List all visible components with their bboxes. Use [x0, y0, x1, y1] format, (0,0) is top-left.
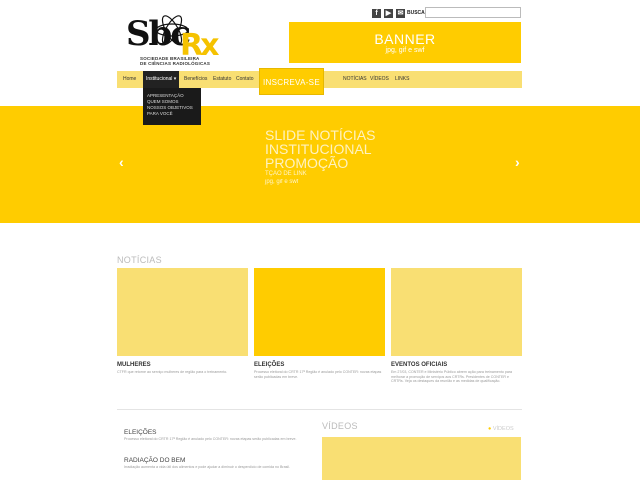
logo-subtitle: SOCIEDADE BRASILEIRA DE CIÊNCIAS RADIOLÓ…: [140, 56, 210, 66]
videos-more-link[interactable]: ● VÍDEOS: [488, 426, 514, 432]
section-divider: [117, 409, 522, 410]
slide-line2: INSTITUCIONAL: [265, 141, 372, 157]
email-icon[interactable]: ✉: [396, 9, 405, 18]
slide-content[interactable]: SLIDE NOTÍCIAS INSTITUCIONAL PROMOÇÃO TÇ…: [265, 128, 375, 186]
nav-item-home[interactable]: Home: [123, 71, 136, 88]
slide-line5: jpg, gif e swf: [265, 179, 299, 185]
slider-next-button[interactable]: ›: [515, 154, 520, 170]
news-card-title[interactable]: ELEIÇÕES: [254, 362, 284, 368]
institucional-dropdown: APRESENTAÇÃO QUEM SOMOS NOSSOS OBJETIVOS…: [143, 88, 201, 125]
slide-line3: PROMOÇÃO: [265, 155, 349, 171]
news-card-image[interactable]: [117, 268, 248, 356]
logo-subtitle-line2: DE CIÊNCIAS RADIOLÓGICAS: [140, 61, 211, 66]
videos-section-title: VÍDEOS: [322, 421, 358, 431]
videos-more-label: VÍDEOS: [492, 426, 514, 432]
bottom-item-desc: Processo eleitoral do CRTR 17ª Região é …: [124, 437, 297, 441]
nav-item-contato[interactable]: Contato: [236, 71, 254, 88]
nav-item-noticias[interactable]: NOTÍCIAS: [343, 71, 367, 88]
page: Sbc Rx SOCIEDADE BRASILEIRA DE CIÊNCIAS …: [0, 0, 640, 480]
sbcrx-logo[interactable]: Sbc Rx SOCIEDADE BRASILEIRA DE CIÊNCIAS …: [118, 12, 219, 72]
youtube-icon[interactable]: ▶: [384, 9, 393, 18]
social-links: f ▶ ✉: [372, 9, 405, 18]
header-banner[interactable]: BANNER jpg, gif e swf: [289, 22, 521, 63]
news-section-title: NOTÍCIAS: [117, 255, 162, 265]
nav-item-beneficios[interactable]: Benefícios: [184, 71, 207, 88]
news-card-desc: Em 27/03, CONTER e Ministério Público ab…: [391, 370, 513, 383]
subscribe-button[interactable]: INSCREVA-SE: [259, 68, 324, 95]
slide-line1: SLIDE NOTÍCIAS: [265, 127, 376, 143]
news-slider: ‹ SLIDE NOTÍCIAS INSTITUCIONAL PROMOÇÃO …: [0, 106, 640, 223]
slider-prev-button[interactable]: ‹: [119, 154, 124, 170]
news-card-image[interactable]: [391, 268, 522, 356]
news-card-image[interactable]: [254, 268, 385, 356]
facebook-icon[interactable]: f: [372, 9, 381, 18]
video-player[interactable]: [322, 437, 521, 480]
bottom-item-desc: Irradiação aumenta a vida útil dos alime…: [124, 465, 291, 469]
bottom-item-title[interactable]: RADIAÇÃO DO BEM: [124, 457, 185, 464]
news-card-title[interactable]: MULHERES: [117, 362, 151, 368]
slide-line4: TÇÃO DE LINK: [265, 171, 307, 177]
banner-title: BANNER: [374, 31, 436, 47]
dropdown-item-para-voce[interactable]: PARA VOCÊ: [147, 111, 201, 117]
nav-item-institucional[interactable]: Institucional ▾: [143, 71, 180, 88]
news-card-title[interactable]: EVENTOS OFICIAIS: [391, 362, 447, 368]
nav-item-links[interactable]: LINKS: [395, 71, 409, 88]
bottom-item-title[interactable]: ELEIÇÕES: [124, 429, 157, 436]
nav-item-videos[interactable]: VÍDEOS: [370, 71, 389, 88]
banner-subtitle: jpg, gif e swf: [385, 47, 425, 54]
search-label: BUSCA: [407, 10, 425, 16]
search-input[interactable]: [425, 7, 521, 18]
news-card-desc: CTFR que retorne ao serviço mulheres de …: [117, 370, 228, 374]
news-card-desc: Processo eleitoral do CRTR 17ª Região é …: [254, 370, 382, 379]
nav-item-estatuto[interactable]: Estatuto: [213, 71, 231, 88]
